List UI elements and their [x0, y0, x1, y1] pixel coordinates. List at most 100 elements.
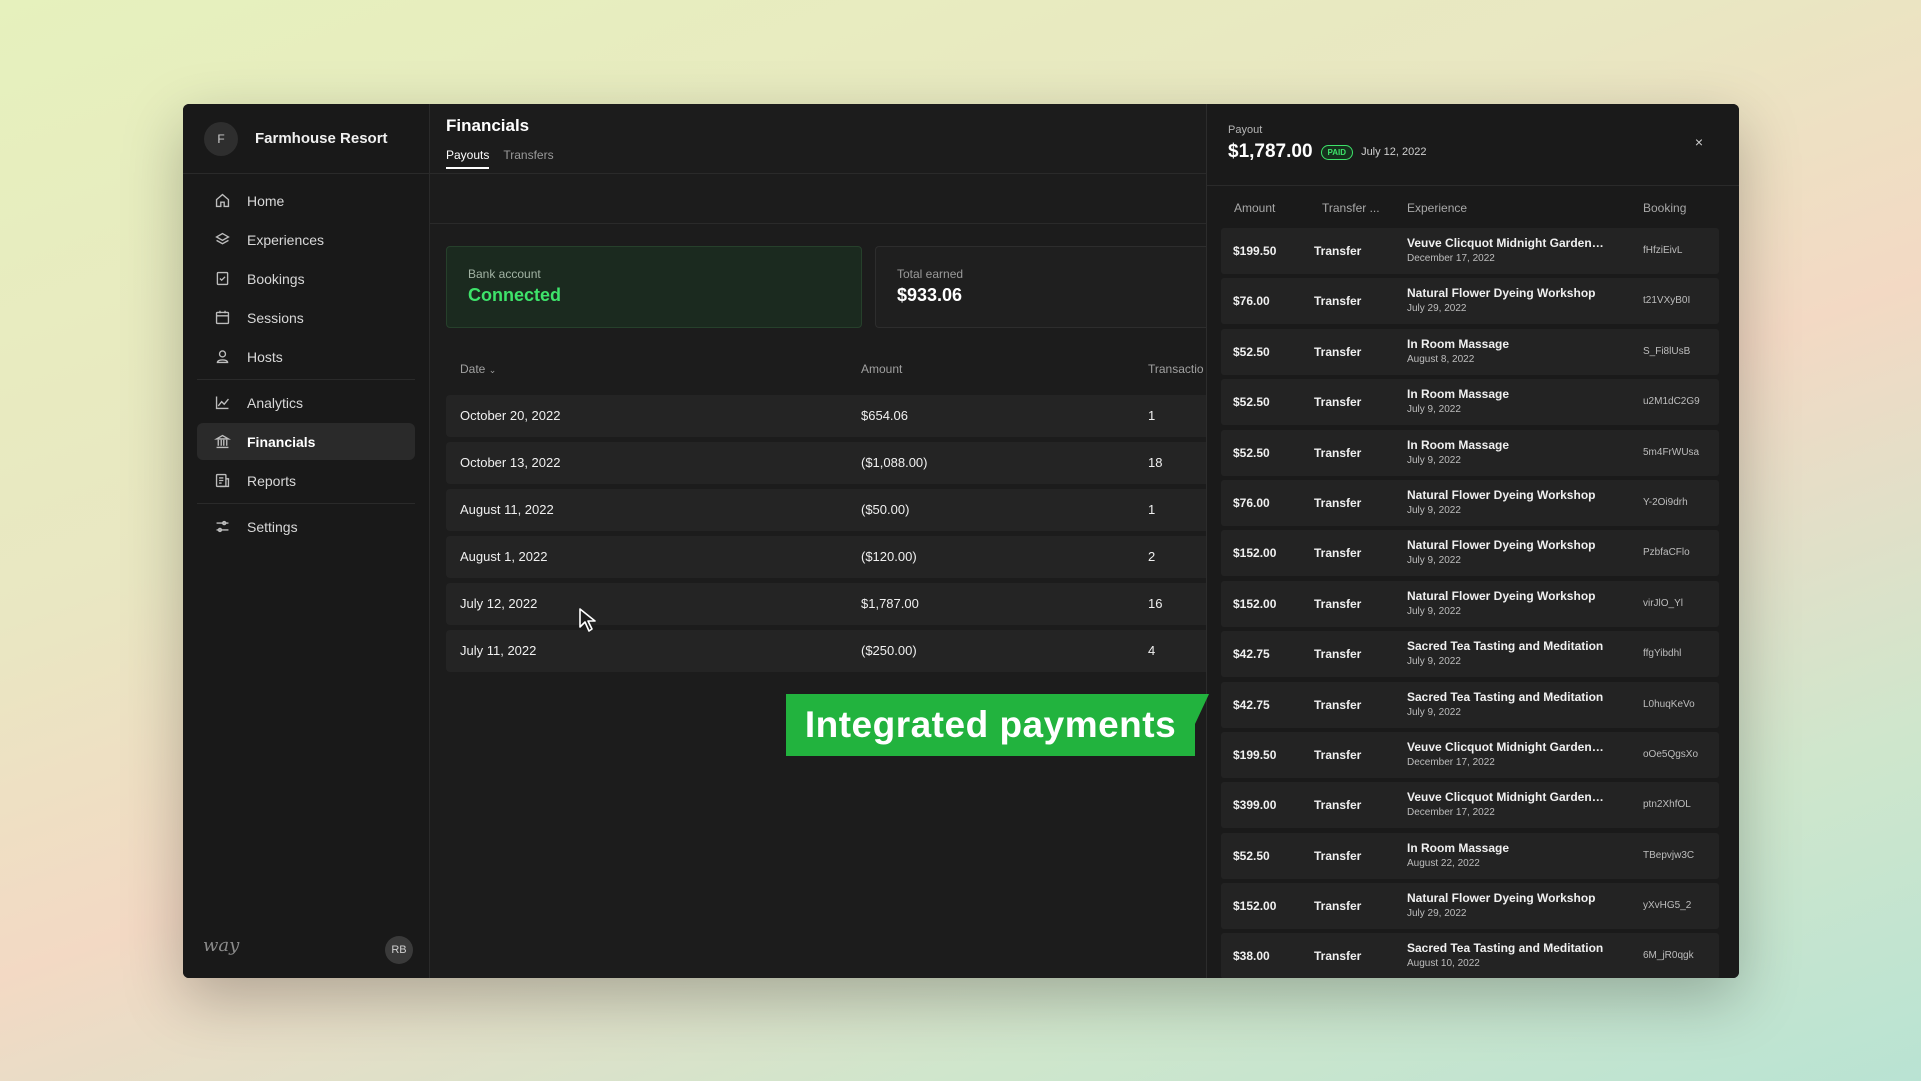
- cell-experience: Sacred Tea Tasting and Meditation: [1407, 941, 1604, 956]
- transfers-table-header: Amount Transfer ... Experience Booking: [1207, 186, 1739, 228]
- table-row[interactable]: July 12, 2022 $1,787.00 16: [446, 583, 1206, 625]
- org-name: Farmhouse Resort: [255, 130, 388, 147]
- tab-transfers[interactable]: Transfers: [503, 148, 553, 169]
- sidebar-item-home[interactable]: Home: [197, 182, 415, 219]
- transfer-row[interactable]: $199.50 Transfer Veuve Clicquot Midnight G…: [1221, 731, 1719, 778]
- cell-transactions: 1: [1148, 408, 1156, 423]
- cell-amount: $42.75: [1233, 697, 1270, 712]
- cell-booking-id: 5m4FrWUsa: [1643, 446, 1700, 458]
- cell-amount: ($50.00): [861, 502, 910, 517]
- sidebar-item-sessions[interactable]: Sessions: [197, 299, 415, 336]
- sidebar-item-label: Financials: [247, 433, 316, 450]
- column-header-transactions: Transactio: [1148, 362, 1204, 376]
- cell-amount: $52.50: [1233, 445, 1270, 460]
- transfer-row[interactable]: $42.75 Transfer Sacred Tea Tasting and Med…: [1221, 631, 1719, 678]
- table-row[interactable]: July 11, 2022 ($250.00) 4: [446, 630, 1206, 672]
- chart-icon: [215, 396, 229, 410]
- cell-experience-date: December 17, 2022: [1407, 253, 1495, 264]
- column-header-transfer-type: Transfer ...: [1322, 201, 1380, 215]
- table-row[interactable]: August 11, 2022 ($50.00) 1: [446, 489, 1206, 531]
- transfer-row[interactable]: $199.50 Transfer Veuve Clicquot Midnight G…: [1221, 228, 1719, 274]
- transfer-row[interactable]: $52.50 Transfer In Room Massage July 9, 202…: [1221, 379, 1719, 426]
- cell-transfer-type: Transfer: [1314, 798, 1362, 813]
- cell-transfer-type: Transfer: [1314, 395, 1362, 410]
- cell-booking-id: virJlO_Yl: [1643, 597, 1684, 609]
- cell-booking-id: u2M1dC2G9: [1643, 396, 1700, 408]
- cell-experience: Natural Flower Dyeing Workshop: [1407, 588, 1596, 603]
- cell-experience: In Room Massage: [1407, 840, 1510, 855]
- cell-transfer-type: Transfer: [1314, 848, 1362, 863]
- banner-flag-tip: [1195, 694, 1209, 724]
- transfer-row[interactable]: $52.50 Transfer In Room Massage August 8, 2…: [1221, 328, 1719, 375]
- cell-experience: Sacred Tea Tasting and Meditation: [1407, 639, 1604, 654]
- cell-amount: $52.50: [1233, 395, 1270, 410]
- cell-booking-id: S_Fi8lUsB: [1643, 345, 1691, 357]
- cell-amount: $654.06: [861, 408, 908, 423]
- sidebar-item-financials[interactable]: Financials: [197, 423, 415, 460]
- cell-amount: $152.00: [1233, 596, 1277, 611]
- page-title: Financials: [446, 116, 530, 135]
- transfer-row[interactable]: $152.00 Transfer Natural Flower Dyeing Wor…: [1221, 530, 1719, 577]
- sidebar-item-label: Home: [247, 192, 285, 209]
- tab-payouts[interactable]: Payouts: [446, 148, 490, 169]
- cell-amount: $199.50: [1233, 244, 1277, 258]
- cell-experience-date: August 22, 2022: [1407, 857, 1480, 869]
- transfer-row[interactable]: $152.00 Transfer Natural Flower Dyeing Wor…: [1221, 883, 1719, 930]
- cell-experience-date: July 9, 2022: [1407, 404, 1461, 416]
- sidebar-item-bookings[interactable]: Bookings: [197, 260, 415, 297]
- main-content: Financials Payouts Transfers Bank accoun…: [430, 104, 1215, 978]
- cell-transfer-type: Transfer: [1314, 294, 1362, 309]
- cell-experience-date: August 8, 2022: [1407, 353, 1475, 365]
- cell-booking-id: TBepvjw3C: [1643, 849, 1695, 861]
- transfer-row[interactable]: $42.75 Transfer Sacred Tea Tasting and Med…: [1221, 681, 1719, 728]
- org-switcher[interactable]: F Farmhouse Resort: [183, 104, 429, 174]
- cell-transfer-type: Transfer: [1314, 697, 1362, 712]
- sidebar-item-hosts[interactable]: Hosts: [197, 338, 415, 375]
- cell-experience: Sacred Tea Tasting and Meditation: [1407, 689, 1604, 704]
- sidebar-item-experiences[interactable]: Experiences: [197, 221, 415, 258]
- cell-transactions: 1: [1148, 502, 1156, 517]
- cell-experience: Veuve Clicquot Midnight Garden | ...: [1407, 236, 1607, 250]
- sidebar-item-reports[interactable]: Reports: [197, 462, 415, 499]
- cell-amount: $38.00: [1233, 949, 1270, 964]
- cell-transactions: 18: [1148, 455, 1163, 470]
- column-header-amount: Amount: [1234, 201, 1276, 215]
- brand-logo: way: [203, 935, 240, 956]
- transfer-row[interactable]: $52.50 Transfer In Room Massage July 9, 202…: [1221, 429, 1719, 476]
- payout-drawer: Payout $1,787.00 PAID July 12, 2022 × Am…: [1206, 104, 1739, 978]
- table-row[interactable]: August 1, 2022 ($120.00) 2: [446, 536, 1206, 578]
- cell-amount: ($250.00): [861, 643, 917, 658]
- table-row[interactable]: October 13, 2022 ($1,088.00) 18: [446, 442, 1206, 484]
- transfer-row[interactable]: $52.50 Transfer In Room Massage August 22, …: [1221, 832, 1719, 879]
- cell-experience-date: July 9, 2022: [1407, 454, 1461, 466]
- user-avatar[interactable]: RB: [385, 936, 413, 964]
- card-value: $933.06: [897, 285, 963, 305]
- payout-summary: $1,787.00 PAID July 12, 2022: [1228, 141, 1739, 163]
- sidebar-item-analytics[interactable]: Analytics: [197, 384, 415, 421]
- table-row[interactable]: October 20, 2022 $654.06 1: [446, 395, 1206, 437]
- cell-experience: Natural Flower Dyeing Workshop: [1407, 891, 1596, 906]
- transfer-row[interactable]: $76.00 Transfer Natural Flower Dyeing Work…: [1221, 479, 1719, 526]
- card-label: Total earned: [897, 267, 964, 281]
- cell-transfer-type: Transfer: [1314, 244, 1362, 258]
- transfer-row[interactable]: $38.00 Transfer Sacred Tea Tasting and Med…: [1221, 933, 1719, 978]
- cell-date: October 13, 2022: [460, 455, 561, 470]
- close-icon[interactable]: ×: [1695, 134, 1703, 150]
- cell-experience-date: July 9, 2022: [1407, 504, 1461, 516]
- cell-booking-id: PzbfaCFlo: [1643, 547, 1690, 559]
- cell-booking-id: ptn2XhfOL: [1643, 799, 1691, 811]
- transfer-row[interactable]: $399.00 Transfer Veuve Clicquot Midnight G…: [1221, 782, 1719, 829]
- column-header-date[interactable]: Date ⌄: [460, 362, 496, 376]
- sidebar-item-label: Settings: [247, 518, 298, 535]
- sidebar-item-settings[interactable]: Settings: [197, 508, 415, 545]
- org-avatar: F: [204, 121, 238, 156]
- transfer-row[interactable]: $152.00 Transfer Natural Flower Dyeing Wor…: [1221, 580, 1719, 627]
- cell-transactions: 2: [1148, 549, 1156, 564]
- transfer-row[interactable]: $76.00 Transfer Natural Flower Dyeing Work…: [1221, 278, 1719, 325]
- cell-transfer-type: Transfer: [1314, 344, 1362, 359]
- page-header: Financials Payouts Transfers: [430, 104, 1206, 174]
- sidebar-item-label: Experiences: [247, 231, 325, 248]
- cell-experience-date: July 9, 2022: [1407, 706, 1461, 718]
- column-header-amount: Amount: [861, 362, 903, 376]
- column-label: Date: [460, 362, 486, 376]
